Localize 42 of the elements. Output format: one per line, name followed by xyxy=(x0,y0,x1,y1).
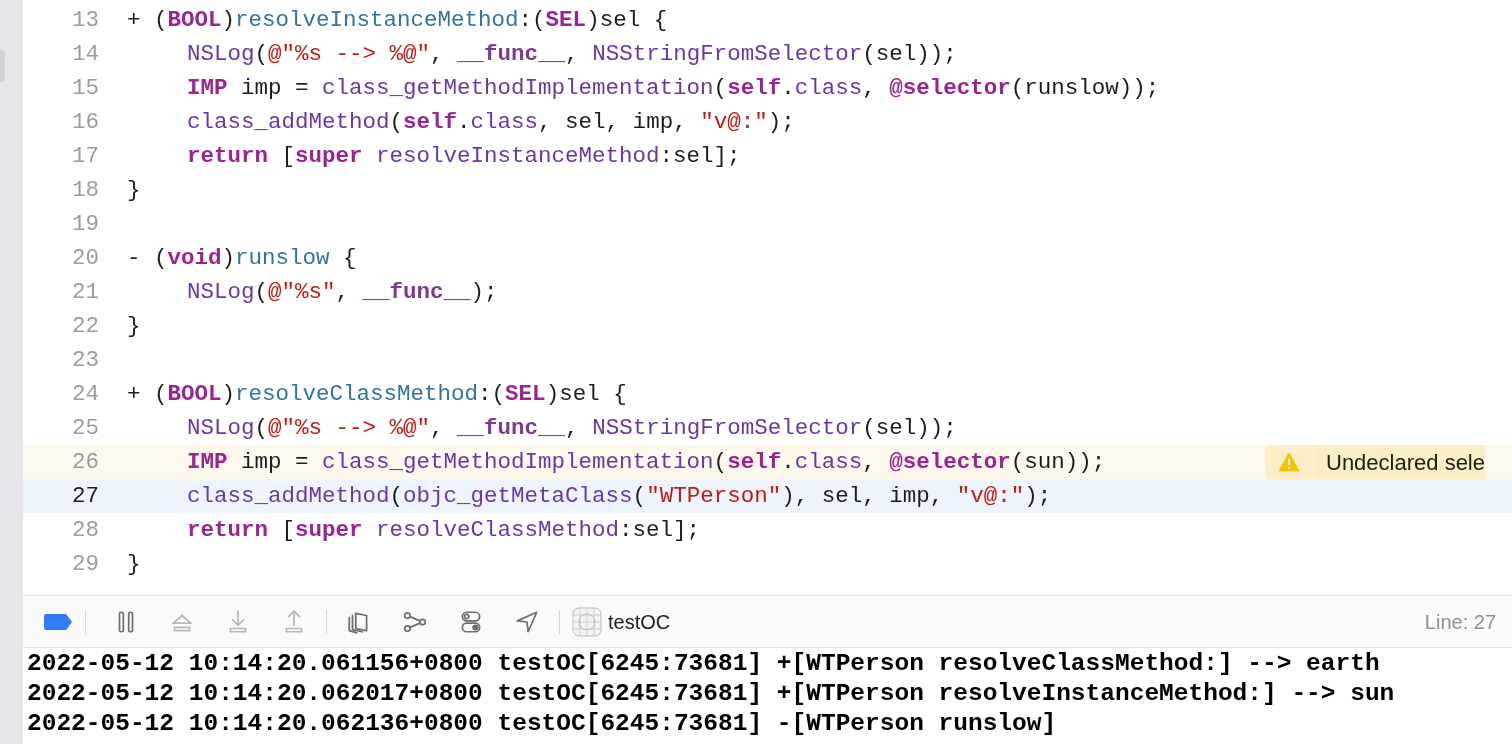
line-number: 17 xyxy=(71,142,99,171)
cursor-position: Line: 27 xyxy=(1424,609,1496,635)
code-line: NSLog(@"%s --> %@", __func__, NSStringFromSelector(sel)); xyxy=(187,414,957,443)
line-number: 26 xyxy=(71,448,99,477)
code-line: } xyxy=(127,176,141,205)
line-number: 20 xyxy=(71,244,99,273)
line-number: 14 xyxy=(71,40,99,69)
line-number: 15 xyxy=(71,74,99,103)
console-line: 2022-05-12 10:14:20.062017+0800 testOC[6245:73681] +[WTPerson resolveInstanceMethod:] --> sun xyxy=(27,679,1396,709)
code-line: return [super resolveClassMethod:sel]; xyxy=(187,516,701,545)
code-line: NSLog(@"%s --> %@", __func__, NSStringFromSelector(sel)); xyxy=(187,40,957,69)
line-number: 13 xyxy=(71,6,99,35)
code-line: IMP imp = class_getMethodImplementation(self.class, @selector(runslow)); xyxy=(187,74,1160,103)
code-line: } xyxy=(127,312,141,341)
code-line: class_addMethod(objc_getMetaClass("WTPerson"), sel, imp, "v@:"); xyxy=(187,482,1052,511)
line-number: 22 xyxy=(71,312,99,341)
line-number: 24 xyxy=(71,380,99,409)
code-line: return [super resolveInstanceMethod:sel]; xyxy=(187,142,741,171)
line-number: 19 xyxy=(71,210,99,239)
line-number: 25 xyxy=(71,414,99,443)
console-line: 2022-05-12 10:14:20.062136+0800 testOC[6245:73681] -[WTPerson runslow] xyxy=(27,709,1058,739)
line-number: 23 xyxy=(71,346,99,375)
line-number: 21 xyxy=(71,278,99,307)
line-number: 28 xyxy=(71,516,99,545)
code-line: class_addMethod(self.class, sel, imp, "v@:"); xyxy=(187,108,795,137)
warning-message: Undeclared sele xyxy=(1325,448,1485,477)
process-selector[interactable]: testOC xyxy=(572,606,671,637)
warning-banner[interactable]: Undeclared sele xyxy=(1265,445,1485,479)
line-number: 18 xyxy=(71,176,99,205)
code-line: - (void)runslow { xyxy=(127,244,357,273)
line-number: 29 xyxy=(71,550,99,579)
code-line: IMP imp = class_getMethodImplementation(self.class, @selector(sun)); xyxy=(187,448,1106,477)
line-number: 27 xyxy=(71,482,99,511)
console-line: 2022-05-12 10:14:20.061156+0800 testOC[6245:73681] +[WTPerson resolveClassMethod:] --> earth xyxy=(27,649,1381,679)
code-line: + (BOOL)resolveClassMethod:(SEL)sel { xyxy=(127,380,627,409)
app-icon xyxy=(572,606,602,637)
line-number: 16 xyxy=(71,108,99,137)
warning-icon xyxy=(1278,452,1300,472)
code-line: + (BOOL)resolveInstanceMethod:(SEL)sel { xyxy=(127,6,668,35)
code-line: } xyxy=(127,550,141,579)
code-line: NSLog(@"%s", __func__); xyxy=(187,278,498,307)
breakpoint-icon xyxy=(43,612,73,631)
